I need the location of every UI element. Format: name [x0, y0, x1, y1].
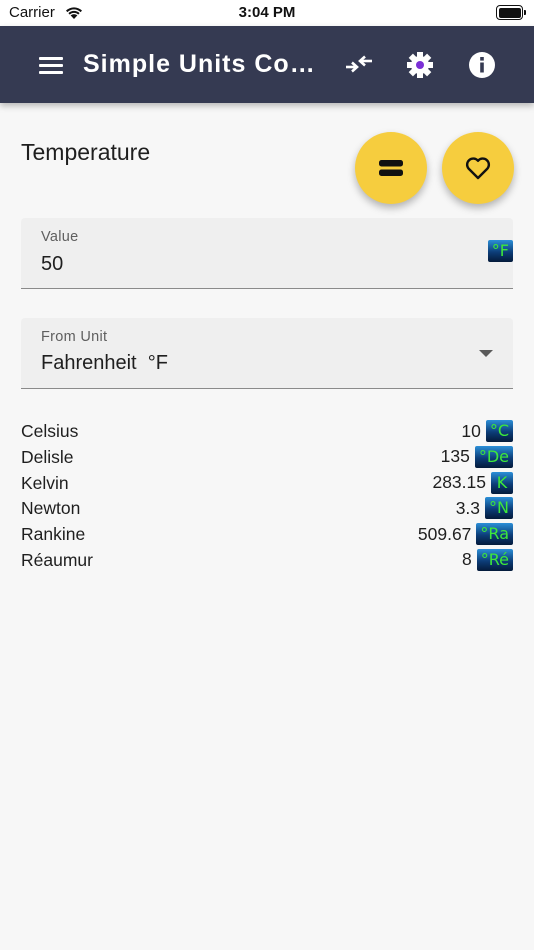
- result-unit-name: Newton: [21, 498, 81, 519]
- app-title: Simple Units Con…: [83, 50, 328, 78]
- result-unit-badge: °Ré: [476, 548, 513, 571]
- result-row: Delisle 135 °De: [21, 445, 513, 472]
- convert-button[interactable]: [355, 132, 427, 204]
- result-unit-name: Réaumur: [21, 549, 93, 570]
- from-unit-label: From Unit: [41, 329, 108, 345]
- status-bar: Carrier 3:04 PM: [0, 0, 534, 26]
- result-unit-name: Delisle: [21, 446, 74, 467]
- battery-icon: [496, 5, 526, 20]
- info-button[interactable]: [465, 48, 499, 82]
- result-unit-badge: °De: [474, 445, 513, 468]
- result-unit-badge: K: [491, 471, 513, 494]
- result-unit-name: Rankine: [21, 524, 86, 545]
- unit-badge: °F: [487, 240, 513, 262]
- result-unit-name: Kelvin: [21, 472, 69, 493]
- result-value: 509.67: [417, 523, 472, 544]
- result-row: Celsius 10 °C: [21, 420, 513, 446]
- value-field[interactable]: Value 50 °F: [21, 218, 513, 289]
- swap-arrows-icon: [346, 55, 372, 73]
- from-unit-dropdown[interactable]: From Unit Fahrenheit °F: [21, 318, 513, 389]
- menu-icon[interactable]: [37, 53, 65, 75]
- dropdown-arrow-icon: [479, 350, 493, 357]
- result-row: Rankine 509.67 °Ra: [21, 523, 513, 549]
- heart-icon: [465, 157, 491, 180]
- swap-units-button[interactable]: [341, 48, 375, 82]
- info-icon: [469, 52, 495, 78]
- result-value: 3.3: [455, 497, 481, 518]
- clock: 3:04 PM: [238, 4, 296, 21]
- result-row: Newton 3.3 °N: [21, 497, 513, 523]
- result-unit-name: Celsius: [21, 421, 79, 441]
- result-row: Réaumur 8 °Ré: [21, 548, 513, 575]
- result-value: 283.15: [432, 472, 486, 493]
- result-value: 135: [440, 446, 470, 467]
- from-unit-selected: Fahrenheit °F: [41, 352, 168, 374]
- result-row: Kelvin 283.15 K: [21, 471, 513, 498]
- result-value: 8: [462, 549, 472, 570]
- gear-icon: [407, 52, 433, 78]
- result-unit-badge: °C: [485, 420, 513, 442]
- app-bar: Simple Units Con…: [0, 26, 534, 103]
- result-value: 10: [461, 420, 481, 441]
- results-list: Celsius 10 °C Delisle 135 °De Kelvin 283.1…: [21, 420, 513, 575]
- favorite-button[interactable]: [442, 132, 514, 204]
- value-field-label: Value: [41, 229, 79, 245]
- result-unit-badge: °N: [485, 497, 513, 520]
- result-unit-badge: °Ra: [476, 523, 513, 546]
- value-input[interactable]: 50: [41, 253, 63, 276]
- settings-button[interactable]: [403, 48, 437, 82]
- equals-icon: [379, 160, 403, 176]
- page-title: Temperature: [21, 139, 151, 165]
